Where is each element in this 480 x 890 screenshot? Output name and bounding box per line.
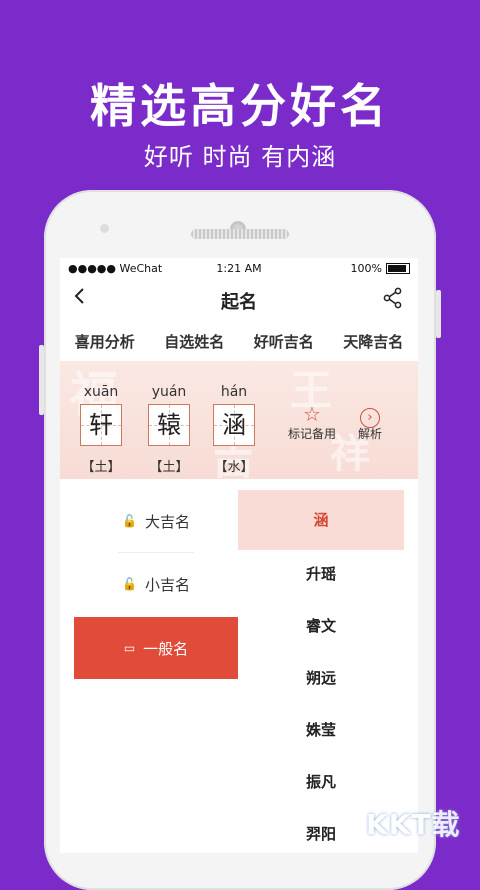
watermark-logo: KKT载 [366, 808, 461, 841]
char-label: 辕 [157, 411, 181, 439]
tab-custom-name[interactable]: 自选姓名 [164, 322, 225, 363]
pinyin-label: xuān [83, 384, 119, 400]
category-label: 大吉名 [144, 512, 190, 531]
phone-speaker [191, 229, 289, 239]
battery-icon [386, 263, 410, 274]
bookmark-button[interactable]: ☆ 标记备用 [282, 403, 342, 442]
tab-random-names[interactable]: 天降吉名 [343, 322, 403, 360]
category-item-normal[interactable]: ▭ 一般名 [74, 617, 238, 679]
char-label: 涵 [222, 411, 246, 439]
pinyin-label: hán [220, 384, 248, 400]
name-list: 涵 升瑶 睿文 朔远 姝莹 振凡 羿阳 [238, 490, 404, 853]
element-label: 【土】 [149, 460, 189, 475]
name-item[interactable]: 升瑶 [238, 548, 404, 600]
name-banner: 福 吉 王 祥 xuān 轩 【土】 yuán 辕 【土】 hán 涵 【水】 … [60, 361, 418, 479]
name-char-1[interactable]: xuān 轩 【土】 [70, 384, 132, 475]
lock-icon: 🔓 [122, 577, 137, 591]
app-screen: ●●●●● WeChat 1:21 AM 100% 起名 喜用分析 自选姓名 好… [60, 258, 418, 853]
tab-bar: 喜用分析 自选姓名 好听吉名 天降吉名 [60, 322, 418, 363]
analysis-button[interactable]: › 解析 [350, 403, 390, 442]
char-box: 轩 [80, 404, 122, 446]
name-item[interactable]: 姝莹 [238, 704, 404, 756]
name-item[interactable]: 涵 [238, 490, 404, 550]
battery-indicator: 100% [351, 262, 410, 275]
share-icon [383, 287, 402, 309]
promo-title: 精选高分好名 [90, 79, 390, 133]
battery-label: 100% [350, 262, 382, 275]
char-box: 辕 [148, 404, 190, 446]
phone-sensor [100, 224, 109, 233]
element-label: 【水】 [214, 460, 254, 475]
element-label: 【土】 [81, 460, 121, 475]
status-bar: ●●●●● WeChat 1:21 AM 100% [60, 258, 418, 278]
analysis-label: 解析 [357, 427, 382, 441]
phone-power-button [436, 290, 441, 338]
tab-analysis[interactable]: 喜用分析 [75, 322, 135, 360]
note-icon: ▭ [123, 641, 136, 655]
category-item-great[interactable]: 🔓 大吉名 [74, 490, 238, 552]
bookmark-label: 标记备用 [287, 427, 336, 441]
star-icon: ☆ [303, 402, 321, 426]
share-button[interactable] [382, 287, 406, 311]
pinyin-label: yuán [151, 384, 187, 400]
page-title: 起名 [221, 292, 257, 313]
promo-subtitle: 好听 时尚 有内涵 [143, 143, 337, 171]
tab-good-names[interactable]: 好听吉名 [254, 322, 314, 360]
category-item-good[interactable]: 🔓 小吉名 [74, 553, 238, 615]
lock-icon: 🔓 [122, 514, 137, 528]
char-box: 涵 [213, 404, 255, 446]
navigation-bar: 起名 [60, 278, 418, 322]
name-char-2[interactable]: yuán 辕 【土】 [138, 384, 200, 475]
name-item[interactable]: 朔远 [238, 652, 404, 704]
category-list: 🔓 大吉名 🔓 小吉名 ▭ 一般名 [74, 490, 238, 853]
name-char-3[interactable]: hán 涵 【水】 [203, 384, 265, 475]
category-label: 一般名 [143, 639, 189, 658]
char-label: 轩 [89, 411, 113, 439]
name-item[interactable]: 睿文 [238, 600, 404, 652]
name-item[interactable]: 振凡 [238, 756, 404, 808]
category-label: 小吉名 [144, 575, 190, 594]
